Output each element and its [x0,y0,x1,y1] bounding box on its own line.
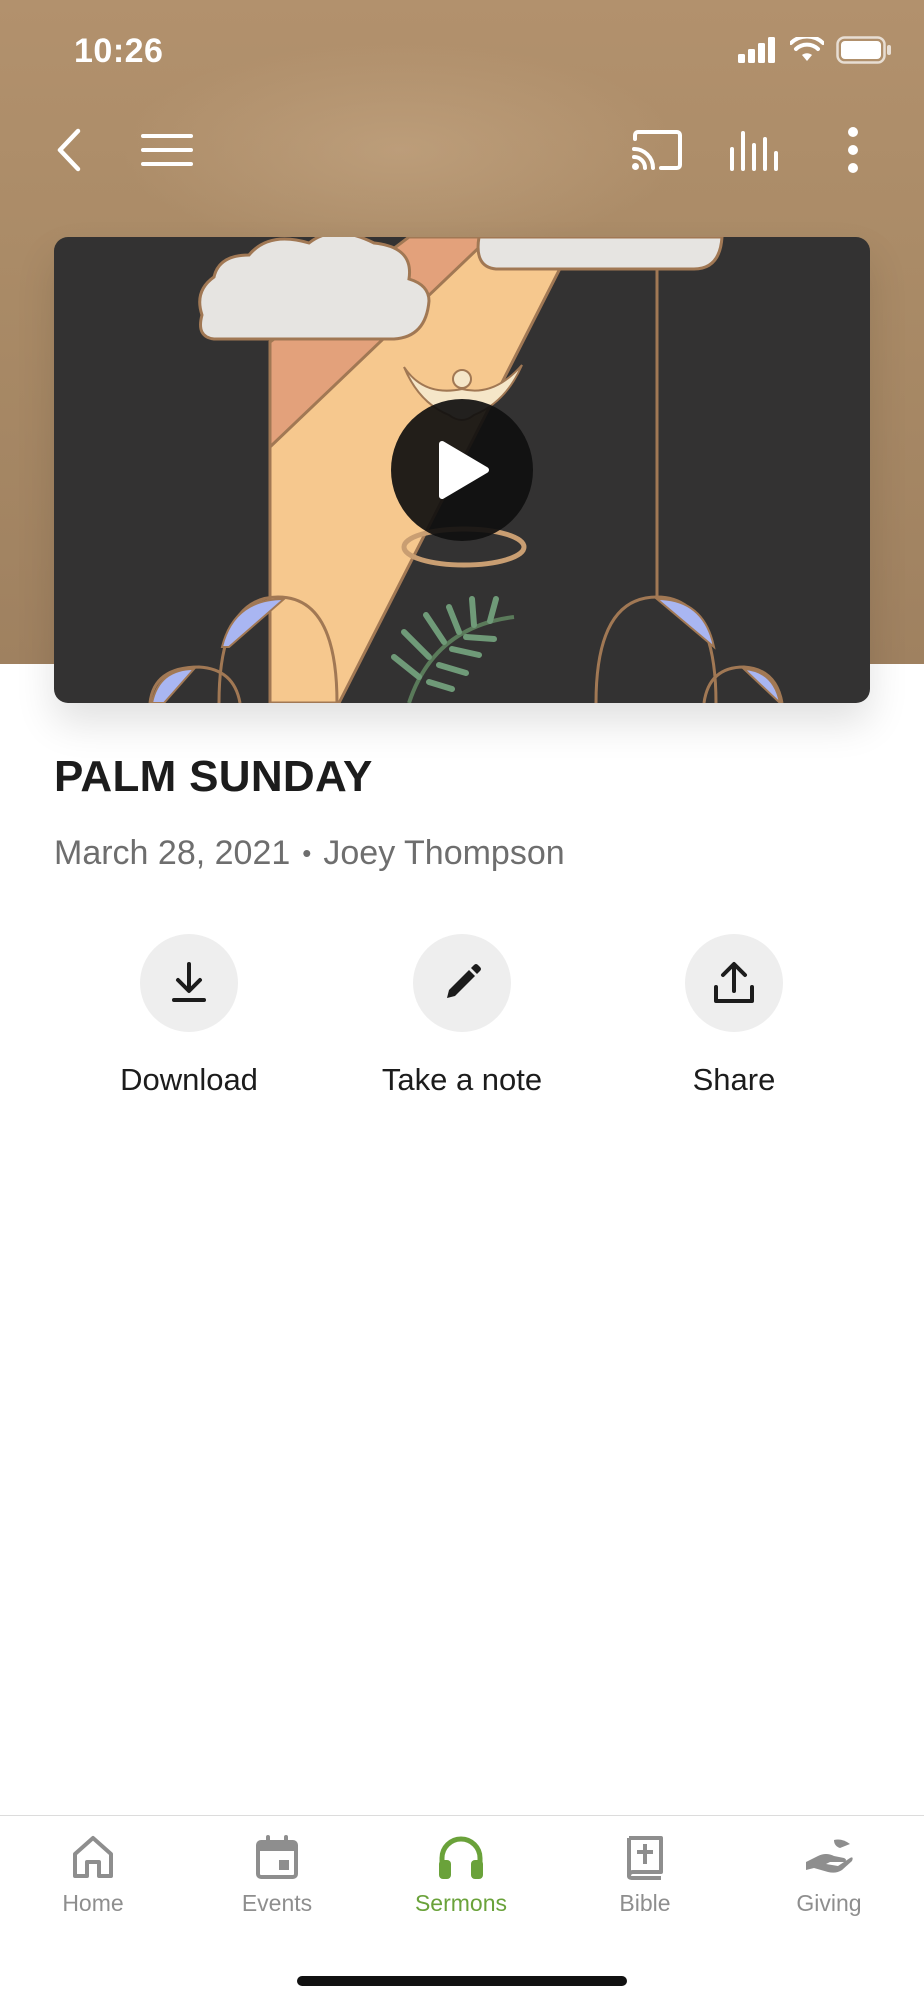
tab-sermons[interactable]: Sermons [381,1834,541,1917]
video-player[interactable] [54,237,870,703]
home-indicator[interactable] [297,1976,627,1986]
right-figures-illustration [594,595,784,703]
download-label: Download [120,1062,258,1097]
sermon-speaker: Joey Thompson [323,834,565,872]
calendar-icon [256,1835,298,1879]
action-row: Download Take a note Share [0,934,924,1097]
back-button[interactable] [34,110,104,190]
share-button[interactable]: Share [614,934,854,1098]
status-time: 10:26 [74,32,164,70]
tab-home[interactable]: Home [13,1834,173,1917]
tab-bible-label: Bible [619,1890,671,1916]
palm-leaf-illustration [391,596,515,703]
share-label: Share [692,1062,776,1097]
tab-events[interactable]: Events [197,1834,357,1917]
share-icon [714,962,754,1003]
download-circle[interactable] [140,934,238,1032]
home-icon [73,1836,113,1878]
play-icon [439,441,489,499]
cast-icon [632,130,682,170]
tab-events-label: Events [241,1890,313,1916]
status-bar: 10:26 [0,0,924,100]
sermon-date: March 28, 2021 [54,834,291,872]
tab-giving-label: Giving [796,1890,862,1916]
take-note-button[interactable]: Take a note [342,934,582,1098]
audio-button[interactable] [720,110,790,190]
download-button[interactable]: Download [69,934,309,1098]
hamburger-menu-icon [141,134,193,166]
headphones-icon [439,1836,483,1879]
tab-bible[interactable]: Bible [565,1834,725,1917]
status-icons [738,36,892,64]
tab-sermons-label: Sermons [414,1890,508,1916]
pencil-icon [447,964,481,998]
audio-bars-icon [730,131,778,171]
take-note-circle[interactable] [413,934,511,1032]
wifi-icon [790,37,824,61]
sermon-title: PALM SUNDAY [54,752,373,801]
cast-button[interactable] [622,110,692,190]
meta-separator: • [302,838,312,868]
download-icon [172,962,206,1002]
tab-giving[interactable]: Giving [749,1834,909,1917]
bible-icon [627,1836,663,1880]
take-note-label: Take a note [381,1062,543,1097]
giving-hand-icon [806,1839,853,1873]
sermon-meta: March 28, 2021 • Joey Thompson [54,834,565,873]
tab-home-label: Home [62,1890,124,1916]
vertical-more-icon [848,127,858,173]
play-button[interactable] [391,399,533,541]
menu-button[interactable] [132,110,202,190]
cellular-signal-icon [738,37,775,63]
chevron-left-icon [57,128,81,172]
battery-icon [836,36,891,64]
bottom-tab-bar: Home Events Sermons Bible Giving [0,1815,924,2000]
top-toolbar [0,110,924,190]
more-options-button[interactable] [818,110,888,190]
share-circle[interactable] [685,934,783,1032]
